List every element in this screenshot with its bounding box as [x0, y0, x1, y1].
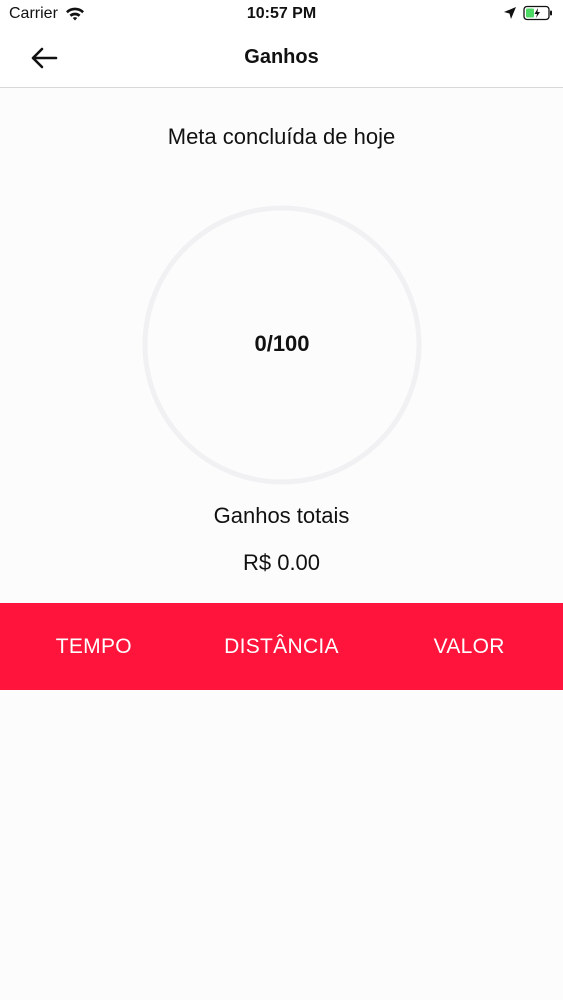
status-right: [503, 5, 553, 21]
location-icon: [504, 7, 516, 19]
earnings-label: Ganhos totais: [213, 503, 350, 528]
progress-value: 0/100: [254, 331, 310, 356]
earnings-value: R$ 0.00: [242, 550, 321, 575]
nav-bar: Ganhos: [0, 30, 563, 88]
page-title: Ganhos: [244, 46, 319, 68]
tab-distancia[interactable]: DISTÂNCIA: [188, 635, 376, 659]
battery-icon: [523, 5, 552, 21]
tab-content-area: [0, 690, 563, 1000]
status-bar: Carrier 10:57 PM: [0, 0, 563, 30]
status-time: 10:57 PM: [246, 5, 317, 22]
goal-label: Meta concluída de hoje: [167, 124, 396, 149]
tab-tempo[interactable]: TEMPO: [0, 635, 188, 659]
tab-valor[interactable]: VALOR: [375, 635, 563, 659]
tab-bar: TEMPO DISTÂNCIA VALOR: [0, 603, 563, 690]
